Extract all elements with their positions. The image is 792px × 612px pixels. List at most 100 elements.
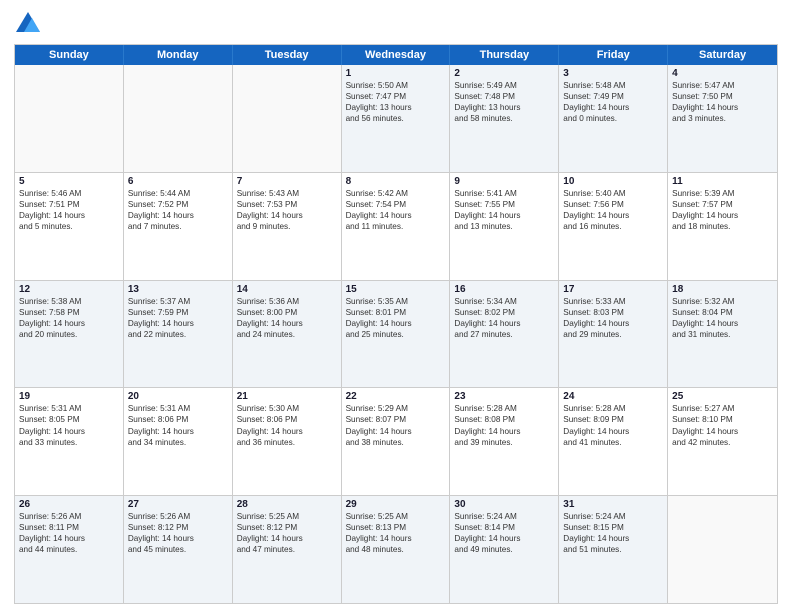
day-number: 26 bbox=[19, 499, 119, 510]
day-number: 21 bbox=[237, 391, 337, 402]
calendar-week: 19Sunrise: 5:31 AM Sunset: 8:05 PM Dayli… bbox=[15, 388, 777, 496]
calendar-day-cell: 1Sunrise: 5:50 AM Sunset: 7:47 PM Daylig… bbox=[342, 65, 451, 172]
day-info: Sunrise: 5:24 AM Sunset: 8:14 PM Dayligh… bbox=[454, 511, 554, 555]
day-number: 24 bbox=[563, 391, 663, 402]
calendar-day-cell: 27Sunrise: 5:26 AM Sunset: 8:12 PM Dayli… bbox=[124, 496, 233, 603]
calendar-day-cell: 26Sunrise: 5:26 AM Sunset: 8:11 PM Dayli… bbox=[15, 496, 124, 603]
day-info: Sunrise: 5:28 AM Sunset: 8:09 PM Dayligh… bbox=[563, 403, 663, 447]
day-info: Sunrise: 5:50 AM Sunset: 7:47 PM Dayligh… bbox=[346, 80, 446, 124]
day-info: Sunrise: 5:36 AM Sunset: 8:00 PM Dayligh… bbox=[237, 296, 337, 340]
day-info: Sunrise: 5:41 AM Sunset: 7:55 PM Dayligh… bbox=[454, 188, 554, 232]
calendar-day-cell: 24Sunrise: 5:28 AM Sunset: 8:09 PM Dayli… bbox=[559, 388, 668, 495]
day-info: Sunrise: 5:28 AM Sunset: 8:08 PM Dayligh… bbox=[454, 403, 554, 447]
day-info: Sunrise: 5:37 AM Sunset: 7:59 PM Dayligh… bbox=[128, 296, 228, 340]
calendar-day-cell: 28Sunrise: 5:25 AM Sunset: 8:12 PM Dayli… bbox=[233, 496, 342, 603]
day-number: 9 bbox=[454, 176, 554, 187]
day-number: 23 bbox=[454, 391, 554, 402]
calendar-day-cell: 16Sunrise: 5:34 AM Sunset: 8:02 PM Dayli… bbox=[450, 281, 559, 388]
day-number: 4 bbox=[672, 68, 773, 79]
day-info: Sunrise: 5:49 AM Sunset: 7:48 PM Dayligh… bbox=[454, 80, 554, 124]
day-info: Sunrise: 5:30 AM Sunset: 8:06 PM Dayligh… bbox=[237, 403, 337, 447]
calendar-day-cell: 31Sunrise: 5:24 AM Sunset: 8:15 PM Dayli… bbox=[559, 496, 668, 603]
calendar-week: 26Sunrise: 5:26 AM Sunset: 8:11 PM Dayli… bbox=[15, 496, 777, 603]
day-number: 10 bbox=[563, 176, 663, 187]
day-number: 29 bbox=[346, 499, 446, 510]
calendar-day-cell: 17Sunrise: 5:33 AM Sunset: 8:03 PM Dayli… bbox=[559, 281, 668, 388]
day-number: 31 bbox=[563, 499, 663, 510]
day-info: Sunrise: 5:32 AM Sunset: 8:04 PM Dayligh… bbox=[672, 296, 773, 340]
day-info: Sunrise: 5:33 AM Sunset: 8:03 PM Dayligh… bbox=[563, 296, 663, 340]
calendar-day-cell: 4Sunrise: 5:47 AM Sunset: 7:50 PM Daylig… bbox=[668, 65, 777, 172]
day-info: Sunrise: 5:42 AM Sunset: 7:54 PM Dayligh… bbox=[346, 188, 446, 232]
calendar-day-cell: 6Sunrise: 5:44 AM Sunset: 7:52 PM Daylig… bbox=[124, 173, 233, 280]
day-number: 18 bbox=[672, 284, 773, 295]
day-number: 8 bbox=[346, 176, 446, 187]
calendar-day-cell: 18Sunrise: 5:32 AM Sunset: 8:04 PM Dayli… bbox=[668, 281, 777, 388]
calendar-day-cell: 13Sunrise: 5:37 AM Sunset: 7:59 PM Dayli… bbox=[124, 281, 233, 388]
day-info: Sunrise: 5:31 AM Sunset: 8:05 PM Dayligh… bbox=[19, 403, 119, 447]
calendar-day-cell: 14Sunrise: 5:36 AM Sunset: 8:00 PM Dayli… bbox=[233, 281, 342, 388]
day-info: Sunrise: 5:26 AM Sunset: 8:11 PM Dayligh… bbox=[19, 511, 119, 555]
day-info: Sunrise: 5:44 AM Sunset: 7:52 PM Dayligh… bbox=[128, 188, 228, 232]
calendar-day-cell: 11Sunrise: 5:39 AM Sunset: 7:57 PM Dayli… bbox=[668, 173, 777, 280]
calendar-day-cell: 19Sunrise: 5:31 AM Sunset: 8:05 PM Dayli… bbox=[15, 388, 124, 495]
day-number: 20 bbox=[128, 391, 228, 402]
calendar-week: 12Sunrise: 5:38 AM Sunset: 7:58 PM Dayli… bbox=[15, 281, 777, 389]
day-number: 6 bbox=[128, 176, 228, 187]
day-number: 1 bbox=[346, 68, 446, 79]
calendar-day-cell: 22Sunrise: 5:29 AM Sunset: 8:07 PM Dayli… bbox=[342, 388, 451, 495]
day-info: Sunrise: 5:25 AM Sunset: 8:12 PM Dayligh… bbox=[237, 511, 337, 555]
calendar-header-cell: Friday bbox=[559, 45, 668, 65]
day-number: 27 bbox=[128, 499, 228, 510]
calendar-header-cell: Saturday bbox=[668, 45, 777, 65]
calendar-day-cell: 9Sunrise: 5:41 AM Sunset: 7:55 PM Daylig… bbox=[450, 173, 559, 280]
day-number: 25 bbox=[672, 391, 773, 402]
day-info: Sunrise: 5:26 AM Sunset: 8:12 PM Dayligh… bbox=[128, 511, 228, 555]
day-info: Sunrise: 5:43 AM Sunset: 7:53 PM Dayligh… bbox=[237, 188, 337, 232]
day-info: Sunrise: 5:35 AM Sunset: 8:01 PM Dayligh… bbox=[346, 296, 446, 340]
day-number: 22 bbox=[346, 391, 446, 402]
calendar-day-cell: 23Sunrise: 5:28 AM Sunset: 8:08 PM Dayli… bbox=[450, 388, 559, 495]
calendar-body: 1Sunrise: 5:50 AM Sunset: 7:47 PM Daylig… bbox=[15, 65, 777, 603]
calendar-day-cell: 25Sunrise: 5:27 AM Sunset: 8:10 PM Dayli… bbox=[668, 388, 777, 495]
day-number: 17 bbox=[563, 284, 663, 295]
calendar-empty-cell bbox=[233, 65, 342, 172]
day-number: 13 bbox=[128, 284, 228, 295]
calendar-day-cell: 2Sunrise: 5:49 AM Sunset: 7:48 PM Daylig… bbox=[450, 65, 559, 172]
day-number: 7 bbox=[237, 176, 337, 187]
day-number: 28 bbox=[237, 499, 337, 510]
calendar-day-cell: 3Sunrise: 5:48 AM Sunset: 7:49 PM Daylig… bbox=[559, 65, 668, 172]
day-number: 19 bbox=[19, 391, 119, 402]
calendar-header-cell: Sunday bbox=[15, 45, 124, 65]
calendar-week: 5Sunrise: 5:46 AM Sunset: 7:51 PM Daylig… bbox=[15, 173, 777, 281]
header bbox=[14, 10, 778, 38]
calendar-day-cell: 10Sunrise: 5:40 AM Sunset: 7:56 PM Dayli… bbox=[559, 173, 668, 280]
calendar-empty-cell bbox=[668, 496, 777, 603]
day-number: 5 bbox=[19, 176, 119, 187]
calendar-day-cell: 21Sunrise: 5:30 AM Sunset: 8:06 PM Dayli… bbox=[233, 388, 342, 495]
calendar-header-cell: Tuesday bbox=[233, 45, 342, 65]
calendar-empty-cell bbox=[124, 65, 233, 172]
day-info: Sunrise: 5:39 AM Sunset: 7:57 PM Dayligh… bbox=[672, 188, 773, 232]
day-number: 15 bbox=[346, 284, 446, 295]
calendar-day-cell: 30Sunrise: 5:24 AM Sunset: 8:14 PM Dayli… bbox=[450, 496, 559, 603]
day-number: 12 bbox=[19, 284, 119, 295]
day-info: Sunrise: 5:24 AM Sunset: 8:15 PM Dayligh… bbox=[563, 511, 663, 555]
calendar-header-cell: Thursday bbox=[450, 45, 559, 65]
calendar-day-cell: 15Sunrise: 5:35 AM Sunset: 8:01 PM Dayli… bbox=[342, 281, 451, 388]
day-info: Sunrise: 5:34 AM Sunset: 8:02 PM Dayligh… bbox=[454, 296, 554, 340]
day-info: Sunrise: 5:38 AM Sunset: 7:58 PM Dayligh… bbox=[19, 296, 119, 340]
calendar-day-cell: 7Sunrise: 5:43 AM Sunset: 7:53 PM Daylig… bbox=[233, 173, 342, 280]
day-info: Sunrise: 5:31 AM Sunset: 8:06 PM Dayligh… bbox=[128, 403, 228, 447]
day-info: Sunrise: 5:25 AM Sunset: 8:13 PM Dayligh… bbox=[346, 511, 446, 555]
day-number: 11 bbox=[672, 176, 773, 187]
day-number: 2 bbox=[454, 68, 554, 79]
calendar-empty-cell bbox=[15, 65, 124, 172]
day-info: Sunrise: 5:40 AM Sunset: 7:56 PM Dayligh… bbox=[563, 188, 663, 232]
day-number: 3 bbox=[563, 68, 663, 79]
calendar-day-cell: 12Sunrise: 5:38 AM Sunset: 7:58 PM Dayli… bbox=[15, 281, 124, 388]
calendar-header: SundayMondayTuesdayWednesdayThursdayFrid… bbox=[15, 45, 777, 65]
calendar-day-cell: 5Sunrise: 5:46 AM Sunset: 7:51 PM Daylig… bbox=[15, 173, 124, 280]
logo bbox=[14, 10, 46, 38]
day-info: Sunrise: 5:29 AM Sunset: 8:07 PM Dayligh… bbox=[346, 403, 446, 447]
